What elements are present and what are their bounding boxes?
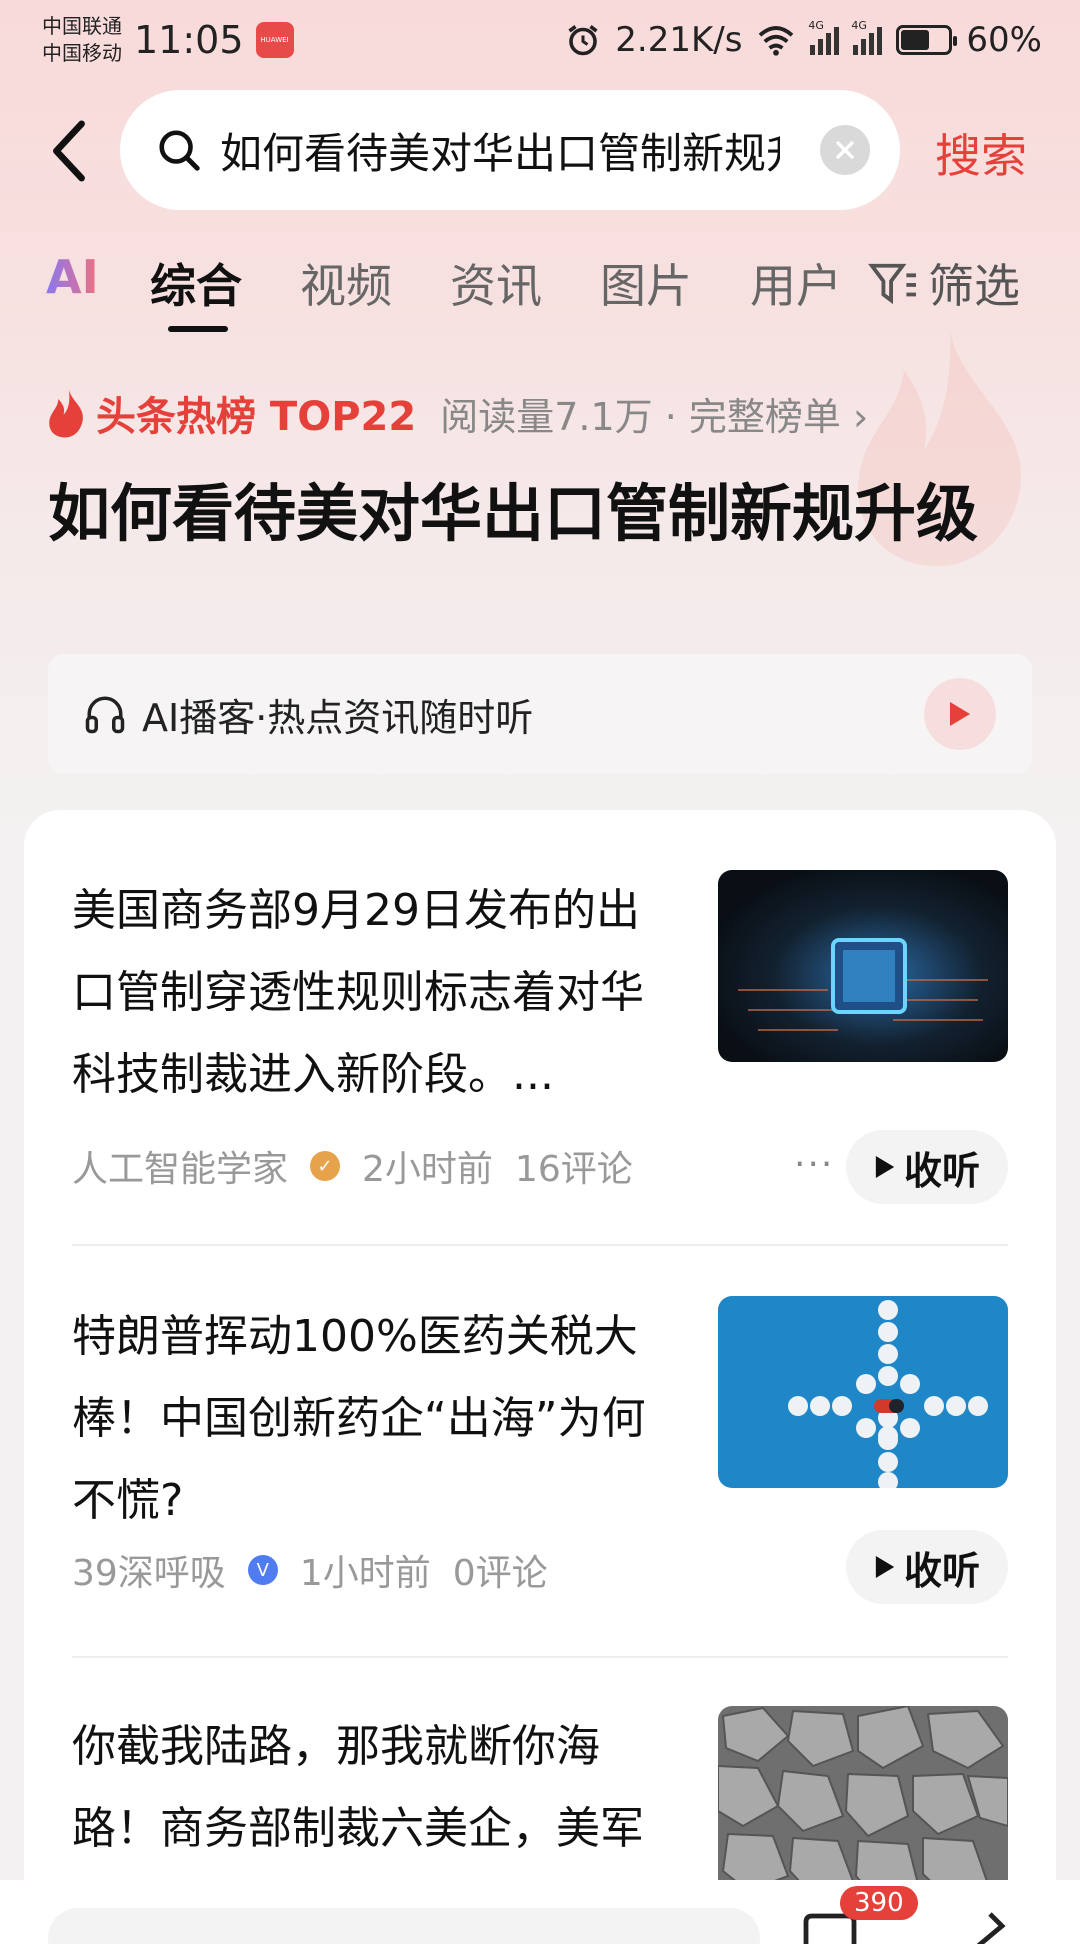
carrier-labels: 中国联通 中国移动: [42, 13, 122, 67]
pills-image: [718, 1296, 1008, 1488]
search-button[interactable]: 搜索: [935, 120, 1027, 186]
result-meta: 人工智能学家 ✓ 2小时前 16评论: [72, 1140, 633, 1192]
publish-time: 1小时前: [299, 1553, 431, 1594]
chip-image: [718, 870, 1008, 1062]
signal-4g-icon-2: 4G: [851, 19, 883, 55]
signal-4g-icon-1: 4G: [808, 19, 840, 55]
tab-users[interactable]: 用户: [750, 250, 842, 316]
ai-podcast-bar[interactable]: AI播客·热点资讯随时听: [48, 654, 1032, 774]
comment-count: 16评论: [514, 1149, 633, 1190]
listen-button[interactable]: 收听: [846, 1530, 1008, 1604]
result-meta: 39深呼吸 V 1小时前 0评论: [72, 1544, 548, 1596]
listen-label: 收听: [903, 1548, 980, 1593]
flame-icon: [49, 388, 83, 438]
author-name[interactable]: 39深呼吸: [72, 1544, 226, 1596]
clock: 11:05: [134, 18, 244, 62]
tab-all[interactable]: 综合: [150, 250, 242, 316]
bottom-comment-bar: 390: [0, 1880, 1080, 1944]
search-icon: [159, 130, 200, 171]
listen-button[interactable]: 收听: [846, 1130, 1008, 1204]
carrier-1: 中国联通: [42, 14, 122, 38]
result-thumbnail-chip[interactable]: [718, 870, 1008, 1062]
hot-rank-row[interactable]: 头条热榜 TOP22 阅读量7.1万 · 完整榜单 ›: [46, 385, 868, 441]
list-item[interactable]: 美国商务部9月29日发布的出口管制穿透性规则标志着对华科技制裁进入新阶段。...: [72, 870, 1008, 1210]
podcast-play-button[interactable]: [924, 678, 996, 750]
status-bar: 中国联通 中国移动 11:05 HUAWEI 2.21K/s 4G 4G 60%: [0, 0, 1080, 80]
comment-input[interactable]: [48, 1908, 760, 1944]
verified-badge-icon: ✓: [310, 1151, 341, 1181]
page-title: 如何看待美对华出口管制新规升级: [48, 477, 979, 550]
result-title[interactable]: 美国商务部9月29日发布的出口管制穿透性规则标志着对华科技制裁进入新阶段。...: [72, 870, 672, 1116]
back-button[interactable]: [48, 118, 98, 184]
filter-label: 筛选: [928, 259, 1020, 313]
search-input[interactable]: 如何看待美对华出口管制新规升级: [120, 90, 900, 210]
hot-rank-label: 头条热榜 TOP22: [96, 394, 417, 440]
more-options-button[interactable]: ···: [794, 1144, 834, 1185]
comment-count: 0评论: [452, 1553, 548, 1594]
headphones-icon: [85, 696, 125, 734]
battery-fill: [901, 30, 930, 50]
result-title[interactable]: 特朗普挥动100%医药关税大棒！中国创新药企“出海”为何不慌?: [72, 1296, 672, 1542]
publish-time: 2小时前: [362, 1149, 493, 1190]
result-tabs: AI 综合 视频 资讯 图片 用户 筛选: [0, 250, 1080, 340]
network-speed: 2.21K/s: [615, 20, 743, 60]
carrier-2: 中国移动: [42, 41, 122, 65]
listen-label: 收听: [903, 1148, 980, 1193]
filter-button[interactable]: 筛选: [868, 250, 1020, 316]
list-item[interactable]: 特朗普挥动100%医药关税大棒！中国创新药企“出海”为何不慌? 39深呼吸 V …: [72, 1296, 1008, 1636]
filter-icon: [868, 263, 916, 305]
podcast-label: AI播客·热点资讯随时听: [142, 695, 534, 740]
tab-news[interactable]: 资讯: [450, 250, 542, 316]
battery-icon: [896, 25, 958, 55]
active-tab-indicator: [168, 326, 228, 332]
play-icon: [950, 702, 970, 726]
divider: [72, 1656, 1008, 1658]
tab-images[interactable]: 图片: [600, 250, 692, 316]
result-thumbnail-pills[interactable]: [718, 1296, 1008, 1488]
comment-count-badge: 390: [840, 1886, 918, 1920]
back-arrow-icon: [53, 120, 85, 182]
play-icon: [875, 1156, 895, 1178]
huawei-app-icon: HUAWEI: [255, 22, 294, 58]
tab-ai[interactable]: AI: [46, 250, 99, 304]
search-query[interactable]: 如何看待美对华出口管制新规升级: [220, 120, 780, 181]
clear-search-button[interactable]: [820, 125, 870, 175]
author-name[interactable]: 人工智能学家: [72, 1140, 288, 1192]
wifi-icon: [759, 26, 794, 56]
tab-video[interactable]: 视频: [300, 250, 392, 316]
hot-rank-meta[interactable]: 阅读量7.1万 · 完整榜单 ›: [440, 386, 868, 441]
verified-badge-icon: V: [247, 1555, 278, 1585]
search-row: 如何看待美对华出口管制新规升级 搜索: [0, 90, 1080, 210]
share-icon[interactable]: [970, 1910, 1010, 1944]
play-icon: [875, 1556, 895, 1578]
divider: [72, 1244, 1008, 1246]
close-icon: [836, 141, 854, 159]
alarm-icon: [568, 25, 598, 56]
battery-percent: 60%: [966, 20, 1042, 60]
results-list: 美国商务部9月29日发布的出口管制穿透性规则标志着对华科技制裁进入新阶段。...: [24, 810, 1056, 1944]
